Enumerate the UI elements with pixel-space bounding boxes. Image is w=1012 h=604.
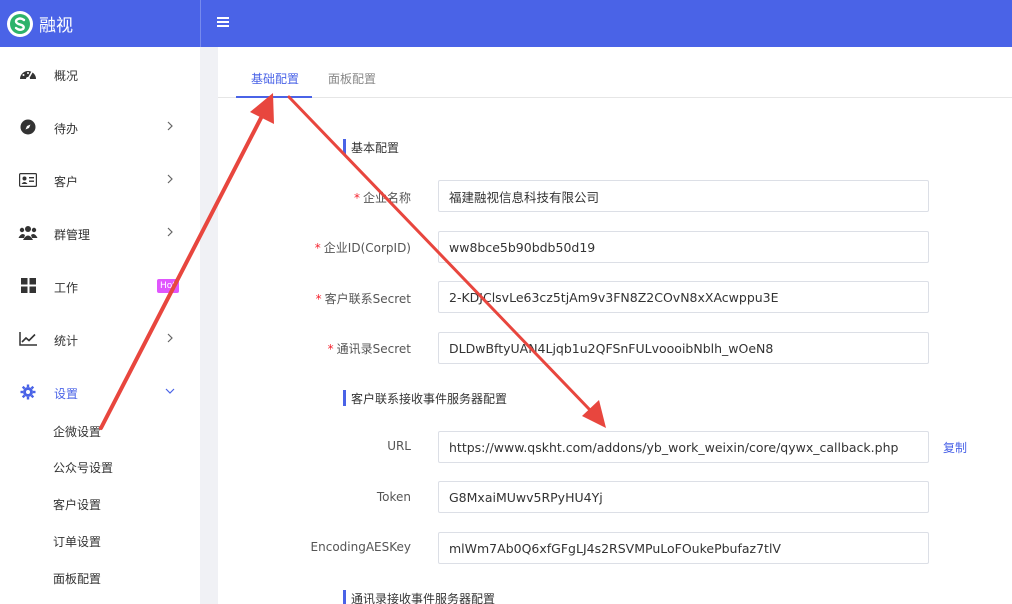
contacts-secret-label-text: 通讯录Secret bbox=[336, 342, 411, 356]
section-title-contacts-event: 通讯录接收事件服务器配置 bbox=[343, 590, 495, 604]
tab-panel-config[interactable]: 面板配置 bbox=[328, 70, 376, 87]
sidebar-item-customers[interactable]: 客户 bbox=[0, 153, 200, 206]
chevron-down-icon bbox=[164, 385, 176, 397]
sidebar-item-groups[interactable]: 群管理 bbox=[0, 206, 200, 259]
sidebar-subitem-order-settings[interactable]: 订单设置 bbox=[53, 532, 101, 552]
content-gutter bbox=[200, 47, 218, 604]
aes-key-field[interactable] bbox=[438, 532, 929, 564]
corp-id-field[interactable] bbox=[438, 231, 929, 263]
copy-url-button[interactable]: 复制 bbox=[943, 439, 967, 456]
tab-basic-config[interactable]: 基础配置 bbox=[251, 70, 299, 87]
chevron-right-icon bbox=[164, 332, 176, 344]
app-logo[interactable]: 融视 bbox=[0, 0, 200, 47]
contacts-secret-field[interactable] bbox=[438, 332, 929, 364]
sidebar-subitem-official-account[interactable]: 公众号设置 bbox=[53, 458, 113, 478]
section-title-text: 通讯录接收事件服务器配置 bbox=[351, 591, 496, 604]
chart-line-icon bbox=[18, 329, 38, 349]
customer-secret-label: * 客户联系Secret bbox=[315, 292, 411, 306]
sidebar-item-todo[interactable]: 待办 bbox=[0, 100, 200, 153]
sidebar-subitem-panel-config[interactable]: 面板配置 bbox=[53, 569, 101, 589]
contacts-secret-label: * 通讯录Secret bbox=[327, 342, 411, 356]
section-title-text: 基本配置 bbox=[351, 140, 400, 155]
chevron-right-icon bbox=[164, 120, 176, 132]
sidebar-item-label: 工作 bbox=[54, 281, 79, 295]
url-label: URL bbox=[387, 439, 411, 453]
sidebar-item-label: 群管理 bbox=[54, 228, 91, 242]
sidebar: 概况 待办 客户 群管理 工作 Hot 统计 设置 企微设置 公众号设置 客户设… bbox=[0, 47, 200, 604]
main-content: 基础配置 面板配置 基本配置 *企业名称 *企业ID(CorpID) *客户联系… bbox=[218, 47, 1012, 604]
sidebar-item-label: 概况 bbox=[54, 69, 79, 83]
hot-badge: Hot bbox=[157, 279, 179, 293]
section-title-text: 客户联系接收事件服务器配置 bbox=[351, 391, 508, 406]
token-field[interactable] bbox=[438, 481, 929, 513]
sidebar-item-label: 待办 bbox=[54, 122, 79, 136]
url-field[interactable] bbox=[438, 431, 929, 463]
sidebar-item-label: 设置 bbox=[54, 387, 79, 401]
section-title-basic: 基本配置 bbox=[343, 139, 399, 155]
sidebar-item-overview[interactable]: 概况 bbox=[0, 47, 200, 100]
corp-id-label: * 企业ID(CorpID) bbox=[314, 241, 411, 255]
company-name-field[interactable] bbox=[438, 180, 929, 212]
sidebar-subitem-customer-settings[interactable]: 客户设置 bbox=[53, 495, 101, 515]
dashboard-icon bbox=[18, 64, 38, 84]
section-title-customer-event: 客户联系接收事件服务器配置 bbox=[343, 390, 507, 406]
users-icon bbox=[18, 223, 38, 243]
gear-icon bbox=[18, 382, 38, 402]
sidebar-item-settings[interactable]: 设置 bbox=[0, 365, 200, 418]
compass-icon bbox=[18, 117, 38, 137]
section-marker bbox=[343, 139, 346, 155]
sidebar-item-stats[interactable]: 统计 bbox=[0, 312, 200, 365]
sidebar-item-label: 客户 bbox=[54, 175, 79, 189]
topbar-divider bbox=[200, 0, 201, 47]
menu-toggle-icon[interactable] bbox=[215, 13, 231, 33]
customer-secret-field[interactable] bbox=[438, 281, 929, 313]
sidebar-item-work[interactable]: 工作 Hot bbox=[0, 259, 200, 312]
top-bar: 融视 bbox=[0, 0, 1012, 47]
corp-id-label-text: 企业ID(CorpID) bbox=[323, 241, 411, 255]
logo-icon bbox=[7, 10, 33, 37]
company-name-label-text: 企业名称 bbox=[362, 191, 411, 205]
section-marker bbox=[343, 390, 346, 406]
app-name: 融视 bbox=[39, 16, 73, 36]
section-marker bbox=[343, 590, 346, 604]
customer-secret-label-text: 客户联系Secret bbox=[324, 292, 411, 306]
tab-bar: 基础配置 面板配置 bbox=[218, 47, 1012, 98]
aes-key-label: EncodingAESKey bbox=[310, 540, 411, 554]
sidebar-subitem-wecom-settings[interactable]: 企微设置 bbox=[53, 422, 101, 442]
id-card-icon bbox=[18, 170, 38, 190]
chevron-right-icon bbox=[164, 173, 176, 185]
chevron-right-icon bbox=[164, 226, 176, 238]
grid-icon bbox=[18, 276, 38, 296]
token-label: Token bbox=[376, 490, 411, 504]
tab-active-indicator bbox=[236, 96, 312, 98]
sidebar-item-label: 统计 bbox=[54, 334, 79, 348]
company-name-label: * 企业名称 bbox=[353, 191, 411, 205]
